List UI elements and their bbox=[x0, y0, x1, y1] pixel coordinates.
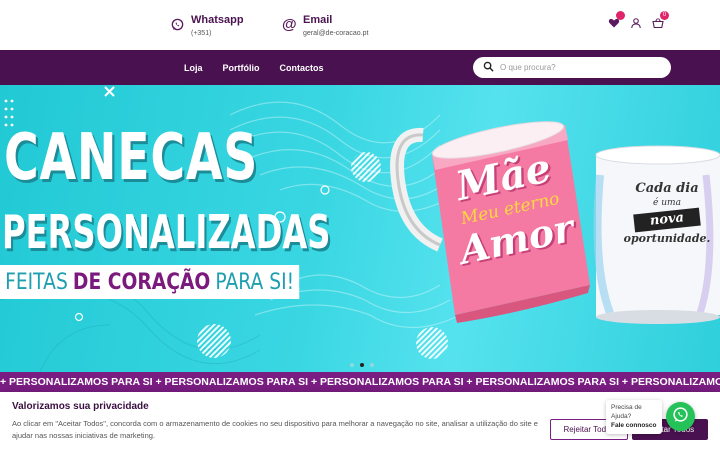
whatsapp-number: (+351) bbox=[191, 30, 212, 37]
at-sign-icon: @ bbox=[282, 16, 297, 33]
nav-item-contactos[interactable]: Contactos bbox=[280, 63, 324, 73]
carousel-dot-3[interactable] bbox=[370, 363, 374, 367]
cookie-title: Valorizamos sua privacidade bbox=[12, 401, 149, 412]
hero-headline-line1: CANECAS bbox=[4, 121, 259, 195]
mug2-line4: oportunidade. bbox=[623, 232, 711, 245]
top-bar: Whatsapp (+351) @ Email geral@de-coracao… bbox=[0, 0, 720, 50]
hero-headline-line2: PERSONALIZADAS bbox=[2, 205, 331, 259]
carousel-dot-1[interactable] bbox=[350, 363, 354, 367]
email-title: Email bbox=[303, 14, 333, 26]
carousel-dot-2[interactable] bbox=[360, 363, 364, 367]
whatsapp-icon bbox=[170, 18, 184, 32]
mug2-line3: nova bbox=[633, 207, 701, 233]
marquee-text: + PERSONALIZAMOS PARA SI + PERSONALIZAMO… bbox=[0, 376, 720, 388]
hero-sub-highlight: DE CORAÇÃO bbox=[72, 269, 211, 295]
search-input[interactable] bbox=[500, 63, 660, 72]
cookie-text: Ao clicar em "Aceitar Todos", concorda c… bbox=[12, 419, 538, 440]
wishlist-badge bbox=[616, 11, 625, 20]
header-actions: 0 bbox=[608, 11, 669, 29]
mug2-line1: Cada dia bbox=[635, 181, 699, 196]
email-contact[interactable]: @ Email geral@de-coracao.pt bbox=[282, 14, 368, 39]
page: Whatsapp (+351) @ Email geral@de-coracao… bbox=[0, 0, 720, 450]
whatsapp-contact[interactable]: Whatsapp (+351) bbox=[170, 14, 244, 39]
heart-icon[interactable] bbox=[608, 11, 625, 28]
whatsapp-chat-button[interactable] bbox=[666, 402, 695, 431]
hero-sub-part1: FEITAS bbox=[5, 269, 68, 295]
whatsapp-icon bbox=[672, 406, 689, 428]
whatsapp-help-bubble[interactable]: Precisa de Ajuda? Fale connosco bbox=[606, 400, 662, 434]
blue-mug-text: Cada dia é uma nova oportunidade. bbox=[618, 181, 716, 247]
search-bar bbox=[473, 57, 671, 78]
hero-banner[interactable]: Mãe Meu eterno Amor Cada dia é uma nova … bbox=[0, 85, 720, 372]
nav-item-portfolio[interactable]: Portfólio bbox=[223, 63, 260, 73]
promo-marquee: + PERSONALIZAMOS PARA SI + PERSONALIZAMO… bbox=[0, 372, 720, 392]
help-line2: Fale connosco bbox=[611, 422, 657, 429]
help-line1: Precisa de Ajuda? bbox=[611, 404, 642, 420]
basket-icon[interactable]: 0 bbox=[652, 11, 669, 29]
cart-count-badge: 0 bbox=[660, 11, 669, 20]
search-icon[interactable] bbox=[483, 59, 494, 77]
mug2-line2: é uma bbox=[653, 198, 681, 208]
email-address: geral@de-coracao.pt bbox=[303, 30, 369, 37]
carousel-dots bbox=[350, 363, 374, 367]
nav-item-loja[interactable]: Loja bbox=[184, 63, 203, 73]
hero-subheadline: FEITAS DE CORAÇÃO PARA SI! bbox=[0, 265, 300, 299]
whatsapp-title: Whatsapp bbox=[191, 14, 244, 26]
user-icon[interactable] bbox=[630, 16, 642, 29]
hero-sub-part2: PARA SI! bbox=[215, 269, 295, 295]
